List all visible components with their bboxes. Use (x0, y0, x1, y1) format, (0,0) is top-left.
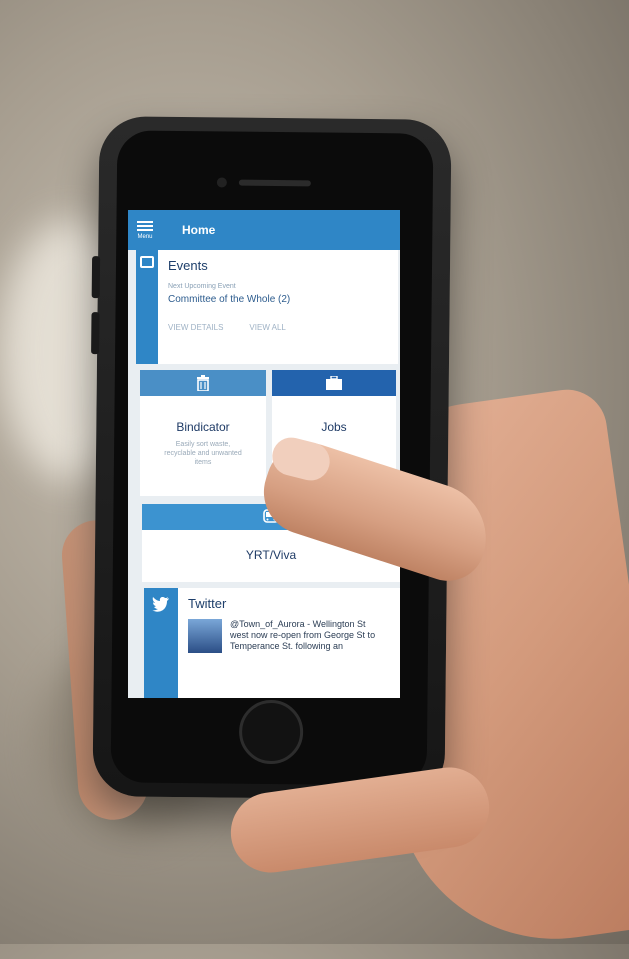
twitter-strip (144, 588, 178, 698)
menu-label: Menu (137, 234, 153, 240)
calendar-icon (140, 256, 154, 268)
events-strip (136, 250, 158, 364)
tweet-text: @Town_of_Aurora - Wellington St west now… (230, 619, 376, 651)
bindicator-header[interactable] (140, 370, 266, 396)
hamburger-icon (137, 221, 153, 223)
front-camera (216, 177, 227, 188)
page-title: Home (182, 223, 216, 237)
menu-button[interactable]: Menu (128, 210, 162, 250)
twitter-title: Twitter (188, 596, 227, 611)
events-subtitle: Next Upcoming Event (168, 283, 236, 290)
twitter-body: Twitter @Town_of_Aurora - Wellington St … (178, 588, 390, 698)
view-all-link[interactable]: VIEW ALL (249, 323, 285, 332)
trash-icon (197, 375, 209, 391)
app-screen: Menu Home Events Next Upcoming Event Com… (128, 210, 400, 698)
events-card[interactable]: Events Next Upcoming Event Committee of … (136, 250, 398, 364)
events-body: Events Next Upcoming Event Committee of … (158, 250, 300, 364)
tweet[interactable]: @Town_of_Aurora - Wellington St west now… (188, 619, 380, 653)
twitter-bird-icon (152, 597, 169, 612)
bindicator-tile[interactable]: Bindicator Easily sort waste, recyclable… (140, 396, 266, 496)
events-links: VIEW DETAILS VIEW ALL (168, 323, 290, 332)
bindicator-title: Bindicator (176, 420, 230, 434)
tweet-thumbnail (188, 619, 222, 653)
hamburger-icon (137, 229, 153, 231)
twitter-card[interactable]: Twitter @Town_of_Aurora - Wellington St … (144, 588, 400, 698)
jobs-header[interactable] (272, 370, 396, 396)
earpiece-speaker (238, 179, 311, 187)
volume-button (91, 312, 100, 355)
view-details-link[interactable]: VIEW DETAILS (168, 323, 223, 332)
bindicator-description: Easily sort waste, recyclable and unwant… (164, 441, 242, 466)
event-name[interactable]: Committee of the Whole (2) (168, 294, 290, 305)
jobs-title: Jobs (321, 420, 347, 434)
volume-button (91, 256, 101, 299)
hamburger-icon (137, 225, 153, 227)
app-header: Menu Home (128, 210, 400, 250)
home-button[interactable] (238, 699, 304, 765)
briefcase-icon (326, 376, 342, 390)
events-title: Events (168, 258, 208, 273)
